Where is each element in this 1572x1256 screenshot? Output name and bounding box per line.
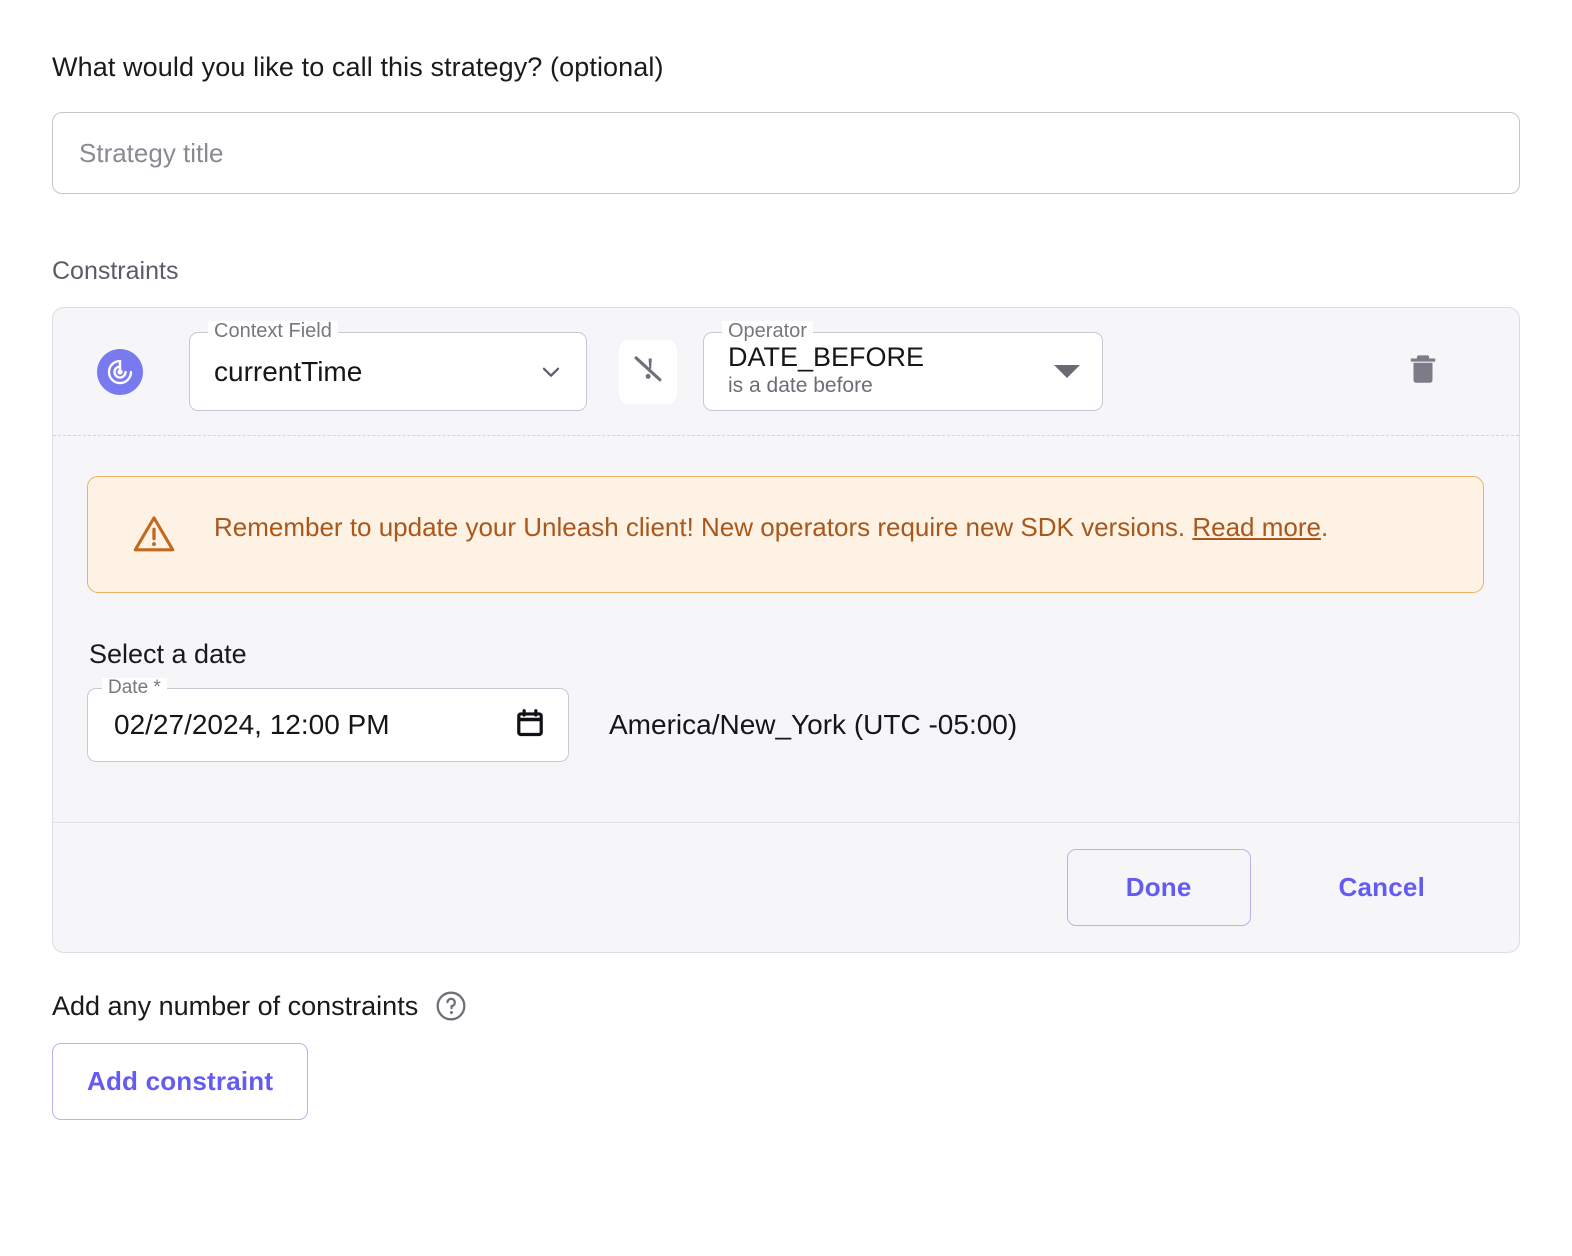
add-constraints-help-row: Add any number of constraints: [52, 989, 1520, 1023]
help-circle-icon[interactable]: [434, 989, 468, 1023]
timezone-label: America/New_York (UTC -05:00): [609, 709, 1017, 741]
chevron-down-icon: [538, 359, 564, 385]
trash-icon: [1406, 350, 1440, 393]
operator-legend: Operator: [722, 321, 813, 341]
operator-texts: DATE_BEFORE is a date before: [728, 343, 1054, 401]
constraint-header-row: Context Field currentTime: [53, 308, 1519, 436]
add-constraints-help-text: Add any number of constraints: [52, 991, 418, 1022]
date-input-value[interactable]: 02/27/2024, 12:00 PM: [114, 709, 514, 741]
strategy-form-page: What would you like to call this strateg…: [0, 0, 1572, 1256]
context-field-legend: Context Field: [208, 321, 338, 341]
cancel-button[interactable]: Cancel: [1307, 850, 1457, 925]
alert-text-before-link: Remember to update your Unleash client! …: [214, 512, 1192, 542]
sdk-version-alert: Remember to update your Unleash client! …: [87, 476, 1484, 593]
date-row: Date * 02/27/2024, 12:00 PM America/New_…: [87, 688, 1485, 822]
not-operator-icon: [631, 352, 665, 391]
constraint-card: Context Field currentTime: [52, 307, 1520, 953]
alert-message: Remember to update your Unleash client! …: [214, 508, 1328, 546]
warning-triangle-icon: [132, 512, 176, 561]
context-field-select[interactable]: Context Field currentTime: [189, 332, 587, 411]
operator-select[interactable]: Operator DATE_BEFORE is a date before: [703, 332, 1103, 411]
strategy-title-field: [52, 112, 1520, 194]
constraint-body: Remember to update your Unleash client! …: [53, 436, 1519, 822]
strategy-title-input[interactable]: [52, 112, 1520, 194]
negate-operator-button[interactable]: [619, 340, 677, 404]
date-field-legend: Date *: [102, 678, 167, 697]
constraints-section-label: Constraints: [52, 257, 1520, 286]
strategy-title-question: What would you like to call this strateg…: [52, 0, 1520, 85]
track-changes-icon: [97, 349, 143, 395]
operator-value: DATE_BEFORE: [728, 343, 1054, 372]
delete-constraint-button[interactable]: [1401, 347, 1445, 397]
operator-description: is a date before: [728, 372, 1054, 400]
triangle-down-icon: [1054, 365, 1080, 378]
add-constraint-button[interactable]: Add constraint: [52, 1043, 308, 1120]
alert-text-after-link: .: [1321, 512, 1328, 542]
constraint-card-footer: Done Cancel: [53, 822, 1519, 952]
calendar-icon[interactable]: [514, 707, 546, 744]
context-field-value: currentTime: [214, 356, 538, 388]
date-input-field[interactable]: Date * 02/27/2024, 12:00 PM: [87, 688, 569, 762]
select-a-date-heading: Select a date: [87, 639, 1485, 670]
read-more-link[interactable]: Read more: [1192, 512, 1321, 542]
done-button[interactable]: Done: [1067, 849, 1251, 926]
